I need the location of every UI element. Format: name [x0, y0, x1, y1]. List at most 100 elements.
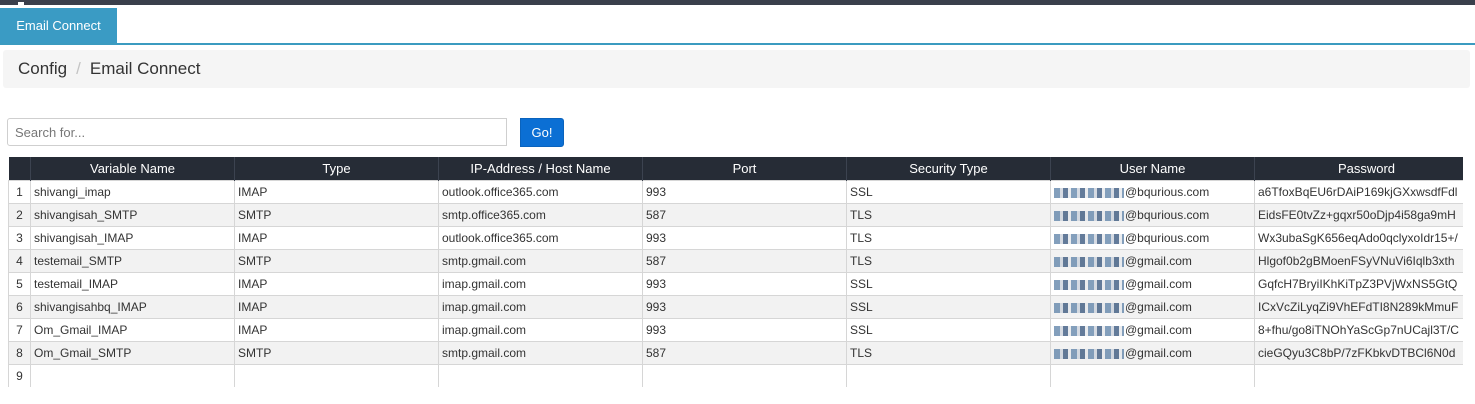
- cell-variable-name[interactable]: Om_Gmail_IMAP: [30, 318, 235, 342]
- cell-variable-name[interactable]: shivangi_imap: [30, 180, 235, 204]
- cell-host[interactable]: outlook.office365.com: [438, 180, 643, 204]
- cell-type[interactable]: SMTP: [234, 341, 439, 365]
- cell-variable-name[interactable]: Om_Gmail_SMTP: [30, 341, 235, 365]
- cell-password[interactable]: ICxVcZiLyqZi9VhEFdTI8N289kMmuF: [1254, 295, 1463, 319]
- cell-type[interactable]: SMTP: [234, 203, 439, 227]
- cell-security-type[interactable]: SSL: [846, 295, 1051, 319]
- cell-user-name[interactable]: @gmail.com: [1050, 295, 1255, 319]
- cell-variable-name[interactable]: shivangisahbq_IMAP: [30, 295, 235, 319]
- cell-password[interactable]: Wx3ubaSgK656eqAdo0qclyxoIdr15+/: [1254, 226, 1463, 250]
- table-row[interactable]: 3 shivangisah_IMAP IMAP outlook.office36…: [8, 226, 1463, 250]
- table-row-new[interactable]: 9: [8, 364, 1463, 387]
- cell-port[interactable]: 993: [642, 318, 847, 342]
- cell-variable-name[interactable]: testemail_IMAP: [30, 272, 235, 296]
- cell-user-name[interactable]: @bqurious.com: [1050, 226, 1255, 250]
- column-header-port[interactable]: Port: [642, 157, 847, 181]
- cell-type[interactable]: [234, 364, 439, 387]
- cell-security-type[interactable]: SSL: [846, 318, 1051, 342]
- table-row[interactable]: 2 shivangisah_SMTP SMTP smtp.office365.c…: [8, 203, 1463, 227]
- cell-type[interactable]: IMAP: [234, 318, 439, 342]
- column-header-user-name[interactable]: User Name: [1050, 157, 1255, 181]
- cell-password[interactable]: Hlgof0b2gBMoenFSyVNuVi6Iqlb3xth: [1254, 249, 1463, 273]
- column-header-variable-name[interactable]: Variable Name: [30, 157, 235, 181]
- cell-type[interactable]: IMAP: [234, 295, 439, 319]
- cell-type[interactable]: IMAP: [234, 272, 439, 296]
- breadcrumb-separator: /: [76, 59, 81, 78]
- column-header-security-type[interactable]: Security Type: [846, 157, 1051, 181]
- cell-security-type[interactable]: TLS: [846, 341, 1051, 365]
- cell-user-name[interactable]: @gmail.com: [1050, 318, 1255, 342]
- cell-port[interactable]: 587: [642, 203, 847, 227]
- cell-password[interactable]: 8+fhu/go8iTNOhYaScGp7nUCajl3T/C: [1254, 318, 1463, 342]
- cell-security-type[interactable]: TLS: [846, 249, 1051, 273]
- cell-host[interactable]: smtp.gmail.com: [438, 341, 643, 365]
- email-connect-table: Variable Name Type IP-Address / Host Nam…: [8, 157, 1463, 387]
- cell-password[interactable]: GqfcH7BryiIKhKiTpZ3PVjWxNS5GtQ: [1254, 272, 1463, 296]
- cell-type[interactable]: IMAP: [234, 226, 439, 250]
- column-header-rownum: [8, 157, 31, 181]
- cell-user-name[interactable]: @gmail.com: [1050, 249, 1255, 273]
- cell-user-name[interactable]: @bqurious.com: [1050, 180, 1255, 204]
- table-row[interactable]: 4 testemail_SMTP SMTP smtp.gmail.com 587…: [8, 249, 1463, 273]
- cell-user-name[interactable]: @gmail.com: [1050, 341, 1255, 365]
- row-number: 3: [8, 226, 31, 250]
- cell-host[interactable]: imap.gmail.com: [438, 272, 643, 296]
- cell-variable-name[interactable]: shivangisah_IMAP: [30, 226, 235, 250]
- cell-security-type[interactable]: SSL: [846, 180, 1051, 204]
- cell-port[interactable]: 993: [642, 295, 847, 319]
- user-domain: @bqurious.com: [1125, 185, 1210, 199]
- redacted-username: [1054, 348, 1124, 359]
- user-domain: @bqurious.com: [1125, 208, 1210, 222]
- table-row[interactable]: 5 testemail_IMAP IMAP imap.gmail.com 993…: [8, 272, 1463, 296]
- redacted-username: [1054, 187, 1124, 198]
- cell-port[interactable]: 993: [642, 272, 847, 296]
- redacted-username: [1054, 256, 1124, 267]
- cell-host[interactable]: imap.gmail.com: [438, 318, 643, 342]
- cell-type[interactable]: SMTP: [234, 249, 439, 273]
- redacted-username: [1054, 233, 1124, 244]
- table-row[interactable]: 8 Om_Gmail_SMTP SMTP smtp.gmail.com 587 …: [8, 341, 1463, 365]
- cell-password[interactable]: EidsFE0tvZz+gqxr50oDjp4i58ga9mH: [1254, 203, 1463, 227]
- cell-security-type[interactable]: TLS: [846, 226, 1051, 250]
- cell-host[interactable]: smtp.office365.com: [438, 203, 643, 227]
- cell-security-type[interactable]: TLS: [846, 203, 1051, 227]
- cell-port[interactable]: 993: [642, 180, 847, 204]
- breadcrumb: Config / Email Connect: [18, 50, 200, 88]
- cell-user-name[interactable]: @gmail.com: [1050, 272, 1255, 296]
- user-domain: @gmail.com: [1125, 323, 1192, 337]
- cell-password[interactable]: a6TfoxBqEU6rDAiP169kjGXxwsdfFdl: [1254, 180, 1463, 204]
- cell-host[interactable]: imap.gmail.com: [438, 295, 643, 319]
- cell-password[interactable]: cieGQyu3C8bP/7zFKbkvDTBCl6N0d: [1254, 341, 1463, 365]
- column-header-type[interactable]: Type: [234, 157, 439, 181]
- user-domain: @gmail.com: [1125, 254, 1192, 268]
- redacted-username: [1054, 325, 1124, 336]
- cell-port[interactable]: [642, 364, 847, 387]
- table-row[interactable]: 1 shivangi_imap IMAP outlook.office365.c…: [8, 180, 1463, 204]
- cell-host[interactable]: outlook.office365.com: [438, 226, 643, 250]
- cell-port[interactable]: 587: [642, 341, 847, 365]
- cell-variable-name[interactable]: shivangisah_SMTP: [30, 203, 235, 227]
- go-button[interactable]: Go!: [520, 118, 564, 147]
- cell-variable-name[interactable]: testemail_SMTP: [30, 249, 235, 273]
- row-number: 9: [8, 364, 31, 387]
- column-header-host[interactable]: IP-Address / Host Name: [438, 157, 643, 181]
- cell-user-name[interactable]: [1050, 364, 1255, 387]
- cell-host[interactable]: smtp.gmail.com: [438, 249, 643, 273]
- cell-port[interactable]: 587: [642, 249, 847, 273]
- column-header-password[interactable]: Password: [1254, 157, 1463, 181]
- redacted-username: [1054, 302, 1124, 313]
- cell-host[interactable]: [438, 364, 643, 387]
- table-row[interactable]: 7 Om_Gmail_IMAP IMAP imap.gmail.com 993 …: [8, 318, 1463, 342]
- cell-password[interactable]: [1254, 364, 1463, 387]
- cell-port[interactable]: 993: [642, 226, 847, 250]
- tab-email-connect[interactable]: Email Connect: [0, 8, 117, 43]
- table-row[interactable]: 6 shivangisahbq_IMAP IMAP imap.gmail.com…: [8, 295, 1463, 319]
- cell-type[interactable]: IMAP: [234, 180, 439, 204]
- cell-variable-name[interactable]: [30, 364, 235, 387]
- search-input[interactable]: [7, 118, 507, 146]
- row-number: 2: [8, 203, 31, 227]
- cell-security-type[interactable]: [846, 364, 1051, 387]
- cell-security-type[interactable]: SSL: [846, 272, 1051, 296]
- breadcrumb-config[interactable]: Config: [18, 59, 67, 78]
- cell-user-name[interactable]: @bqurious.com: [1050, 203, 1255, 227]
